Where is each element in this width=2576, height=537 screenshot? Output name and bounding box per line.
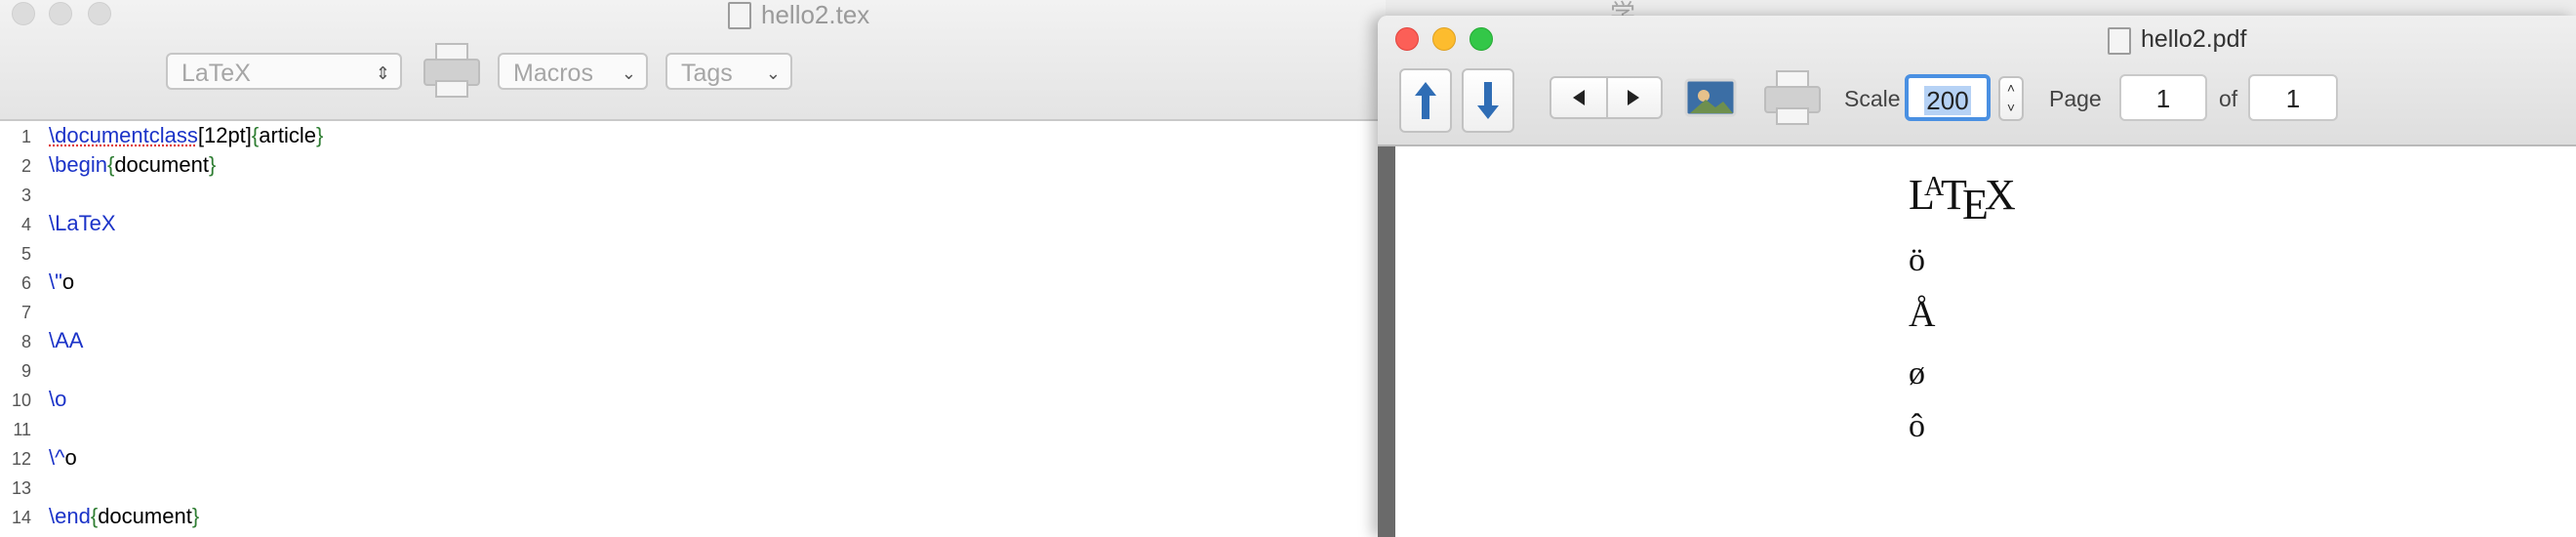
- rendered-o-slash: ø: [1909, 355, 1925, 392]
- scale-value: 200: [1924, 86, 1971, 115]
- code-line: \^o: [49, 445, 77, 470]
- next-page-button[interactable]: [1462, 68, 1514, 133]
- minimize-button[interactable]: [1432, 27, 1456, 51]
- code-line: \o: [49, 387, 67, 411]
- forward-button[interactable]: [1608, 78, 1661, 117]
- previous-page-button[interactable]: [1399, 68, 1452, 133]
- code-line: \begin{document}: [49, 152, 217, 177]
- editor-window: hello2.tex LaTeX ⇕ Macros ⌄ Tags ⌄ 学习.md…: [0, 0, 1677, 537]
- minimize-button[interactable]: [49, 2, 72, 25]
- of-label: of: [2219, 86, 2238, 111]
- window-title: hello2.tex: [761, 0, 870, 29]
- zoom-button[interactable]: [1469, 27, 1493, 51]
- scale-stepper[interactable]: ˄ ˅: [1998, 76, 2024, 121]
- page-label: Page: [2049, 86, 2102, 111]
- typeset-engine-select[interactable]: LaTeX ⇕: [166, 53, 402, 90]
- pdf-viewer-window: hello2.pdf Scale 200 ˄ ˅ Page 1 of 1 L A…: [1378, 16, 2576, 537]
- tags-label: Tags: [681, 60, 733, 87]
- photo-preview-icon[interactable]: [1684, 76, 1739, 119]
- arrow-down-icon: [1477, 82, 1499, 119]
- pdf-page[interactable]: L A T E X ö Å ø ô: [1395, 146, 2576, 537]
- source-editor[interactable]: \documentclass[12pt]{article} \begin{doc…: [0, 121, 1386, 537]
- page-input[interactable]: 1: [2119, 74, 2207, 121]
- code-line: \AA: [49, 328, 84, 352]
- back-button[interactable]: [1551, 78, 1608, 117]
- code-line: \LaTeX: [49, 211, 116, 235]
- tags-menu[interactable]: Tags ⌄: [665, 53, 792, 90]
- scale-input[interactable]: 200: [1905, 74, 1991, 121]
- typeset-engine-label: LaTeX: [181, 60, 251, 87]
- updown-chevron-icon: ⇕: [375, 63, 390, 83]
- pdf-toolbar: hello2.pdf Scale 200 ˄ ˅ Page 1 of 1: [1378, 16, 2576, 146]
- latex-logo: L A T E X: [1909, 171, 2016, 228]
- triangle-right-icon: [1628, 90, 1639, 105]
- code-line: \documentclass[12pt]{article}: [49, 123, 324, 147]
- history-nav: [1550, 76, 1663, 119]
- editor-toolbar: hello2.tex LaTeX ⇕ Macros ⌄ Tags ⌄: [0, 0, 1386, 121]
- arrow-up-icon: [1415, 82, 1436, 119]
- macros-menu[interactable]: Macros ⌄: [498, 53, 648, 90]
- document-icon: [728, 2, 751, 29]
- rendered-o-umlaut: ö: [1909, 242, 1925, 278]
- chevron-down-icon: ⌄: [621, 63, 636, 83]
- zoom-button[interactable]: [88, 2, 111, 25]
- stepper-arrows-icon: ˄ ˅: [2006, 80, 2016, 115]
- close-button[interactable]: [1395, 27, 1419, 51]
- rendered-a-ring: Å: [1909, 294, 1936, 335]
- total-pages-field: 1: [2248, 74, 2338, 121]
- chevron-down-icon: ⌄: [765, 63, 781, 83]
- macros-label: Macros: [513, 60, 593, 87]
- page-edge-shadow: [1378, 146, 1395, 537]
- print-icon[interactable]: [423, 43, 480, 98]
- code-line: \end{document}: [49, 504, 200, 528]
- print-icon[interactable]: [1764, 70, 1821, 125]
- window-title: hello2.pdf: [2141, 25, 2247, 53]
- close-button[interactable]: [12, 2, 35, 25]
- code-line: \"o: [49, 269, 75, 294]
- triangle-left-icon: [1573, 90, 1585, 105]
- pdf-document-icon: [2108, 27, 2131, 55]
- rendered-o-circumflex: ô: [1909, 408, 1925, 444]
- scale-label: Scale: [1844, 86, 1901, 111]
